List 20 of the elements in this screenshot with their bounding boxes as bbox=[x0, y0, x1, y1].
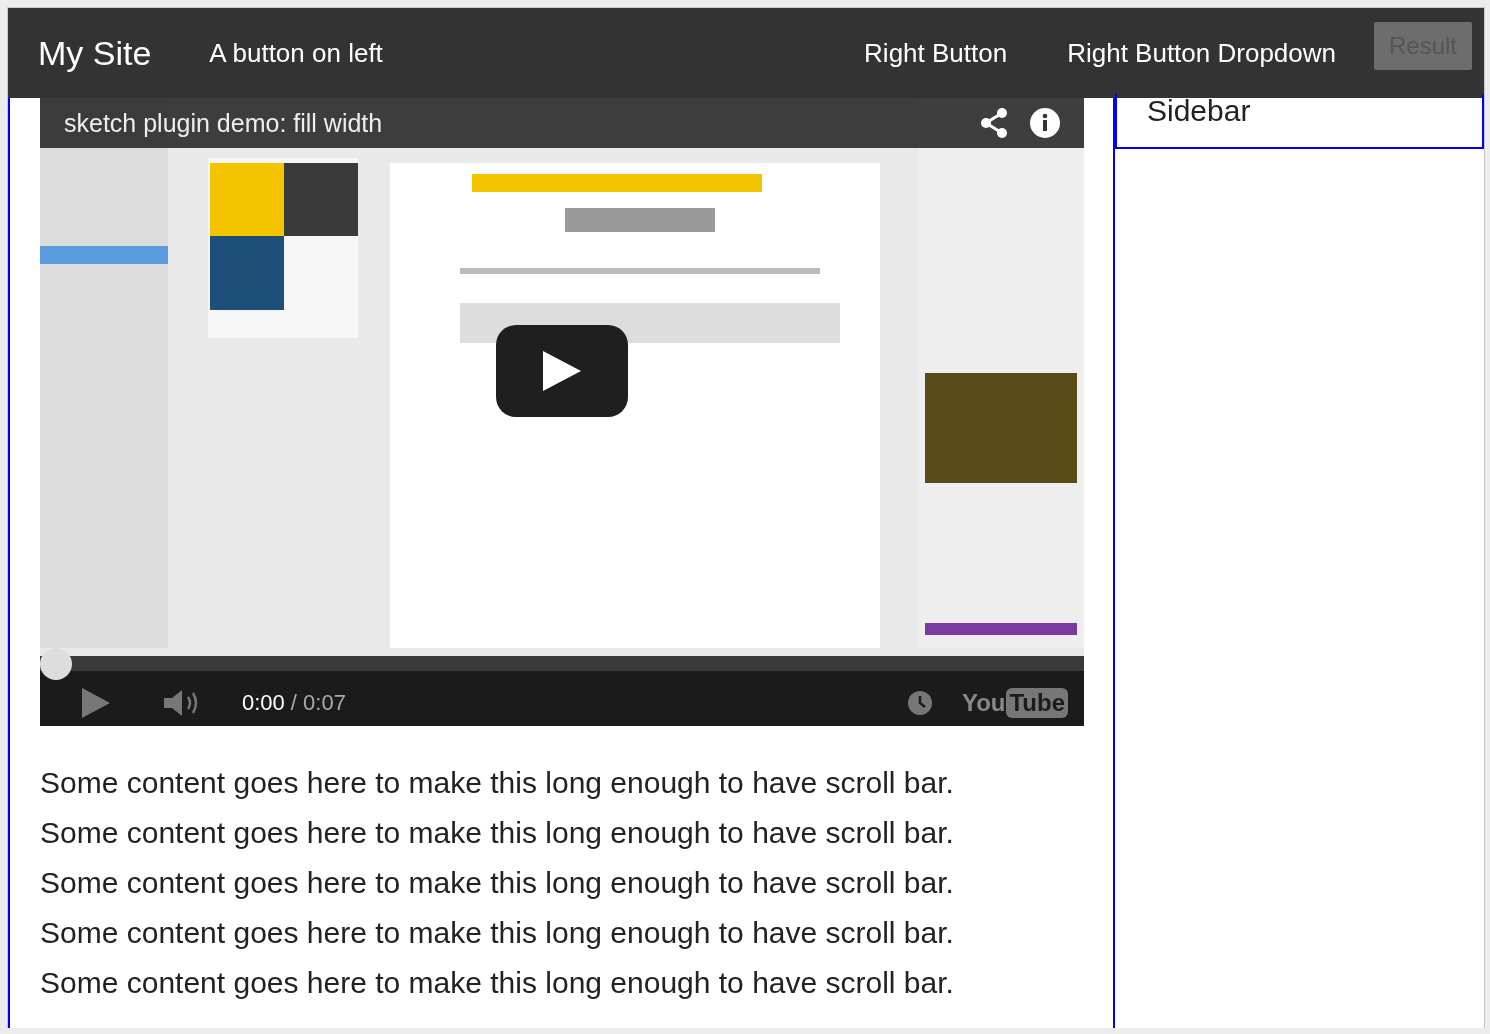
slider-thumb[interactable] bbox=[40, 648, 72, 680]
content-paragraph: Some content goes here to make this long enough to have scroll bar. bbox=[40, 915, 955, 951]
play-button[interactable] bbox=[496, 325, 628, 417]
content-paragraph: Some content goes here to make this long enough to have scroll bar. bbox=[40, 965, 955, 1001]
info-icon[interactable] bbox=[1030, 108, 1060, 138]
progress-bar[interactable] bbox=[40, 648, 1084, 680]
video-duration: / 0:07 bbox=[290, 690, 347, 716]
content-paragraph: Some content goes here to make this long enough to have scroll bar. bbox=[40, 815, 955, 851]
site-brand[interactable]: My Site bbox=[38, 33, 152, 73]
play-icon[interactable] bbox=[82, 688, 110, 718]
content-paragraph: Some content goes here to make this long enough to have scroll bar. bbox=[40, 765, 955, 801]
sidebar-title: Sidebar bbox=[1147, 94, 1252, 128]
clock-icon[interactable] bbox=[907, 691, 932, 715]
content-paragraph: Some content goes here to make this long enough to have scroll bar. bbox=[40, 865, 955, 901]
share-icon[interactable] bbox=[980, 108, 1008, 138]
nav-link[interactable]: A button on left bbox=[209, 37, 383, 69]
play-icon bbox=[543, 351, 581, 391]
nav-dropdown[interactable]: Right Button Dropdown bbox=[1067, 37, 1336, 69]
current-time: 0:00 bbox=[242, 690, 285, 716]
nav-link[interactable]: Right Button bbox=[864, 37, 1008, 69]
